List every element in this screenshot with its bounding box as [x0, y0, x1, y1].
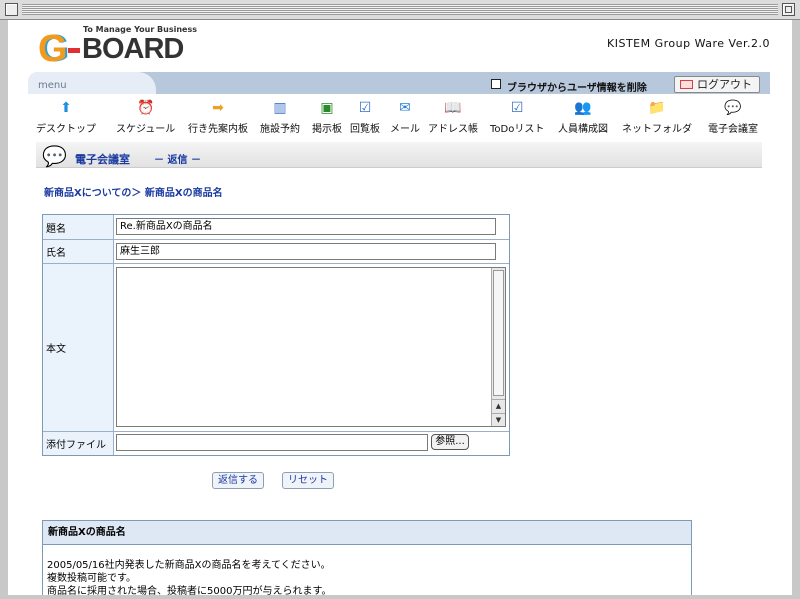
section-bar [36, 142, 762, 168]
nav-item[interactable]: ▥ 施設予約 [260, 100, 300, 138]
body-textarea[interactable]: ▲ ▼ [116, 267, 506, 427]
breadcrumb[interactable]: 新商品Xについての＞ 新商品Xの商品名 [44, 184, 223, 199]
name-row: 氏名 麻生三郎 [43, 240, 509, 264]
todo-check-icon: ☑ [510, 100, 524, 116]
nav-item[interactable]: ➡ 行き先案内板 [188, 100, 248, 138]
logout-label: ログアウト [697, 78, 752, 91]
nav-label: メール [390, 124, 420, 135]
subject-label: 題名 [43, 215, 114, 239]
name-label: 氏名 [43, 240, 114, 263]
conference-room-icon: 💬 [42, 144, 67, 168]
original-message-title: 新商品Xの商品名 [43, 521, 691, 545]
original-line: 2005/05/16社内発表した新商品Xの商品名を考えてください。 [47, 560, 331, 571]
nav-label: 掲示板 [312, 124, 342, 135]
body-label: 本文 [43, 264, 114, 431]
menu-label: menu [38, 80, 67, 91]
arrow-sign-icon: ➡ [212, 100, 224, 116]
clipboard-check-icon: ☑ [358, 100, 372, 116]
subject-row: 題名 Re.新商品Xの商品名 [43, 215, 509, 240]
nav-item[interactable]: ☑ ToDoリスト [490, 100, 544, 138]
submit-reply-button[interactable]: 返信する [212, 472, 264, 489]
name-input[interactable]: 麻生三郎 [116, 243, 496, 260]
attachment-input[interactable] [116, 434, 428, 451]
window-close-button[interactable] [5, 3, 18, 16]
logo-g-mark: G [38, 28, 68, 70]
window-zoom-button[interactable] [782, 3, 795, 16]
attachment-row: 添付ファイル 参照... [43, 432, 509, 455]
nav-label: ネットフォルダ [622, 124, 692, 135]
main-toolbar: ⬆ デスクトップ ⏰ スケジュール ➡ 行き先案内板 ▥ 施設予約 ▣ 掲示板 ☑ 回覧板 ✉ メール 📖 ア… [36, 100, 776, 138]
scroll-down-arrow-icon[interactable]: ▼ [492, 413, 505, 426]
address-book-icon: 📖 [444, 100, 462, 116]
clear-user-info-checkbox[interactable] [491, 79, 501, 89]
people-icon: 👥 [574, 100, 592, 116]
body-scrollbar[interactable]: ▲ ▼ [491, 268, 505, 426]
version-label: KISTEM Group Ware Ver.2.0 [607, 37, 770, 50]
browse-button[interactable]: 参照... [431, 434, 469, 450]
section-mode: － 返信 － [154, 155, 201, 166]
original-line: 商品名に採用された場合、投稿者に5000万円が与えられます。 [47, 586, 332, 595]
nav-label: アドレス帳 [428, 124, 478, 135]
folder-icon: 📁 [648, 100, 666, 116]
scrollbar-thumb[interactable] [493, 270, 504, 396]
logo-dash [68, 48, 80, 53]
conference-icon: 💬 [724, 100, 742, 116]
reply-form: 題名 Re.新商品Xの商品名 氏名 麻生三郎 本文 ▲ ▼ 添付ファイル 参照.… [42, 214, 510, 456]
scroll-up-arrow-icon[interactable]: ▲ [492, 399, 505, 412]
nav-label: 施設予約 [260, 124, 300, 135]
logo-text: BOARD [82, 33, 184, 65]
nav-label: 人員構成図 [558, 124, 608, 135]
original-line: 複数投稿可能です。 [47, 573, 136, 584]
original-message-body: 2005/05/16社内発表した新商品Xの商品名を考えてください。 複数投稿可能… [43, 545, 691, 595]
nav-item[interactable]: ⏰ スケジュール [116, 100, 175, 138]
nav-item[interactable]: ▣ 掲示板 [312, 100, 342, 138]
clear-user-info-label[interactable]: ブラウザからユーザ情報を削除 [507, 79, 647, 94]
logout-icon [680, 80, 693, 89]
logout-button[interactable]: ログアウト [674, 76, 760, 93]
nav-item[interactable]: 👥 人員構成図 [558, 100, 608, 138]
reset-button[interactable]: リセット [282, 472, 334, 489]
titlebar-stripes [22, 4, 778, 15]
page-content: To Manage Your Business G BOARD KISTEM G… [8, 20, 792, 595]
nav-item[interactable]: ⬆ デスクトップ [36, 100, 96, 138]
nav-item[interactable]: 📖 アドレス帳 [428, 100, 478, 138]
nav-label: ToDoリスト [490, 124, 545, 135]
nav-label: 回覧板 [350, 124, 380, 135]
nav-item[interactable]: 💬 電子会議室 [708, 100, 758, 138]
original-message: 新商品Xの商品名 2005/05/16社内発表した新商品Xの商品名を考えてくださ… [42, 520, 692, 595]
alarm-clock-icon: ⏰ [136, 100, 155, 116]
nav-label: デスクトップ [36, 124, 96, 135]
building-icon: ▥ [273, 100, 287, 116]
body-row: 本文 ▲ ▼ [43, 264, 509, 432]
nav-label: 行き先案内板 [188, 124, 248, 135]
nav-item[interactable]: ✉ メール [390, 100, 420, 138]
nav-item[interactable]: ☑ 回覧板 [350, 100, 380, 138]
window-titlebar[interactable] [0, 0, 800, 20]
board-icon: ▣ [320, 100, 334, 116]
up-arrow-icon: ⬆ [60, 100, 72, 116]
mail-icon: ✉ [399, 100, 411, 116]
subject-input[interactable]: Re.新商品Xの商品名 [116, 218, 496, 235]
nav-item[interactable]: 📁 ネットフォルダ [622, 100, 692, 138]
section-title: 電子会議室 [75, 153, 130, 166]
nav-label: 電子会議室 [708, 124, 758, 135]
attachment-label: 添付ファイル [43, 432, 114, 455]
nav-label: スケジュール [116, 124, 176, 135]
